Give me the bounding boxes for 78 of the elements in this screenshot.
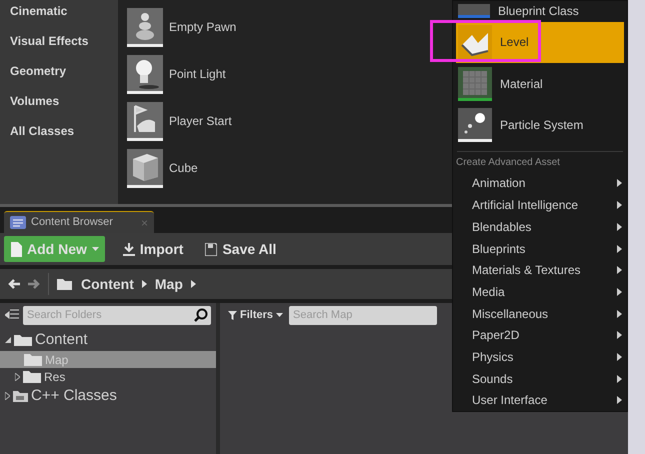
chevron-right-icon — [142, 280, 147, 288]
toolbar-button[interactable]: Import — [118, 236, 188, 262]
item-label[interactable]: Empty Pawn — [169, 18, 236, 36]
folder-icon — [14, 334, 32, 346]
chevron-right-icon — [190, 280, 196, 288]
submenu-arrow-icon — [617, 352, 622, 361]
item-label[interactable]: Point Light — [169, 65, 226, 83]
submenu-arrow-icon — [617, 331, 622, 340]
search-icon — [194, 308, 208, 322]
caret-icon — [92, 247, 99, 251]
download-icon — [122, 242, 135, 256]
tab-title: Content Browser — [31, 215, 113, 230]
thumbnail-icon — [127, 102, 163, 140]
filters-button[interactable]: Filters — [228, 306, 284, 324]
menu-item[interactable]: Particle System — [456, 104, 624, 146]
category-item[interactable]: Visual Effects — [10, 32, 88, 50]
submenu-item[interactable]: Paper2D — [456, 324, 624, 346]
tree-item[interactable]: Res — [0, 368, 216, 385]
folder-search-field[interactable]: Search Folders — [23, 306, 211, 324]
folder-icon — [24, 353, 42, 366]
folder-icon — [57, 278, 73, 290]
path-segment[interactable]: Content — [81, 274, 134, 294]
asset-icon — [458, 25, 492, 60]
submenu-item[interactable]: Miscellaneous — [456, 302, 624, 324]
submenu-item[interactable]: Artificial Intelligence — [456, 194, 624, 216]
collapsed-arrow-icon — [5, 392, 10, 400]
submenu-item[interactable]: Blendables — [456, 216, 624, 238]
tree-item[interactable]: C++ Classes — [0, 385, 216, 407]
asset-icon — [458, 66, 492, 101]
submenu-arrow-icon — [617, 288, 622, 296]
tree-item[interactable]: Content — [0, 329, 216, 351]
submenu-arrow-icon — [617, 222, 622, 231]
forward-button[interactable] — [28, 279, 40, 289]
submenu-arrow-icon — [617, 396, 622, 404]
category-item[interactable]: Geometry — [10, 62, 66, 80]
category-item[interactable]: All Classes — [10, 122, 74, 140]
item-label[interactable]: Player Start — [169, 112, 232, 130]
submenu-item[interactable]: Sounds — [456, 368, 624, 390]
expanded-arrow-icon — [5, 337, 11, 343]
asset-icon — [458, 4, 490, 18]
thumbnail-icon — [127, 54, 163, 94]
submenu-item[interactable]: Media — [456, 281, 624, 303]
submenu-item[interactable]: Animation — [456, 172, 624, 194]
submenu-arrow-icon — [617, 201, 622, 210]
code-folder-icon — [13, 390, 28, 402]
asset-search-field[interactable]: Search Map — [289, 306, 438, 324]
category-item[interactable]: Cinematic — [10, 2, 68, 20]
filter-icon — [228, 310, 237, 320]
arrow-left-icon — [8, 279, 20, 289]
thumbnail-icon — [127, 148, 163, 188]
back-button[interactable] — [8, 279, 20, 289]
submenu-item[interactable]: Physics — [456, 346, 624, 368]
category-item[interactable]: Volumes — [10, 92, 60, 110]
section-header: Create Advanced Asset — [456, 156, 560, 170]
menu-item[interactable]: Material — [456, 63, 624, 104]
browser-icon — [10, 216, 26, 229]
asset-icon — [458, 108, 492, 142]
item-label[interactable]: Cube — [169, 159, 198, 177]
menu-item[interactable]: Blueprint Class — [456, 1, 624, 18]
folder-icon — [23, 370, 41, 383]
path-segment[interactable]: Map — [154, 274, 183, 294]
thumbnail-icon — [127, 8, 163, 46]
arrow-right-icon — [28, 279, 40, 289]
caret-icon — [276, 313, 284, 317]
menu-item[interactable]: Level — [456, 22, 624, 64]
collapsed-arrow-icon — [15, 372, 20, 380]
submenu-item[interactable]: User Interface — [456, 389, 624, 412]
document-icon — [10, 242, 22, 256]
submenu-arrow-icon — [617, 266, 622, 274]
content-browser-tab[interactable]: Content Browser × — [4, 211, 154, 233]
submenu-arrow-icon — [617, 374, 622, 383]
submenu-arrow-icon — [617, 244, 622, 252]
submenu-item[interactable]: Materials & Textures — [456, 259, 624, 282]
submenu-arrow-icon — [617, 179, 622, 188]
toolbar-button[interactable]: Save All — [201, 236, 280, 262]
submenu-arrow-icon — [617, 310, 622, 318]
submenu-item[interactable]: Blueprints — [456, 238, 624, 260]
tree-toggle-icon — [5, 308, 19, 322]
